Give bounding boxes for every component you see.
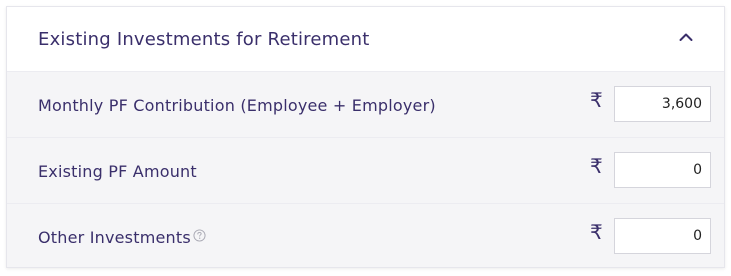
row-other-investments: Other Investments ₹ <box>7 203 724 267</box>
row-monthly-pf-contribution: Monthly PF Contribution (Employee + Empl… <box>7 71 724 137</box>
investments-card: Existing Investments for Retirement Mont… <box>6 6 725 268</box>
monthly-pf-contribution-label: Monthly PF Contribution (Employee + Empl… <box>38 96 436 115</box>
other-investments-label: Other Investments <box>38 228 191 247</box>
rupee-symbol: ₹ <box>590 154 603 178</box>
rupee-symbol: ₹ <box>590 88 603 112</box>
existing-pf-amount-label: Existing PF Amount <box>38 162 197 181</box>
chevron-up-icon[interactable] <box>679 32 693 42</box>
row-existing-pf-amount: Existing PF Amount ₹ <box>7 137 724 203</box>
monthly-pf-contribution-input[interactable] <box>614 86 711 122</box>
section-title: Existing Investments for Retirement <box>38 29 370 50</box>
section-header[interactable]: Existing Investments for Retirement <box>7 7 724 72</box>
rupee-symbol: ₹ <box>590 220 603 244</box>
other-investments-input[interactable] <box>614 218 711 254</box>
question-circle-icon[interactable] <box>193 229 206 242</box>
existing-pf-amount-input[interactable] <box>614 152 711 188</box>
other-investments-label-group: Other Investments <box>38 228 206 247</box>
